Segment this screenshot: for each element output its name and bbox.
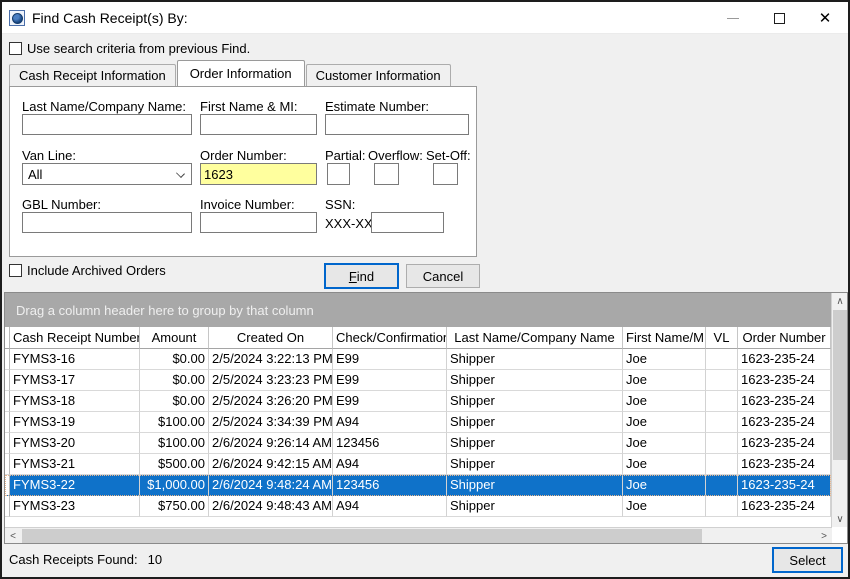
column-header-2[interactable]: Amount [140, 327, 209, 349]
ssn-input[interactable] [371, 212, 444, 233]
chevron-down-icon [176, 169, 185, 178]
column-header-1[interactable]: Cash Receipt Number [10, 327, 140, 349]
column-header-5[interactable]: Last Name/Company Name [447, 327, 623, 349]
horizontal-scrollbar[interactable]: < > [5, 527, 832, 543]
select-button[interactable]: Select [772, 547, 843, 573]
use-previous-criteria-row: Use search criteria from previous Find. [9, 41, 250, 56]
order-number-label: Order Number: [200, 148, 287, 163]
column-header-7[interactable]: VL [706, 327, 738, 349]
vertical-scrollbar-thumb[interactable] [833, 310, 847, 460]
window-title: Find Cash Receipt(s) By: [32, 10, 188, 26]
globe-icon [12, 13, 23, 24]
status-bar: Cash Receipts Found: 10 [9, 552, 162, 567]
overflow-input[interactable] [374, 163, 399, 185]
close-button[interactable]: ✕ [802, 2, 848, 34]
vertical-scrollbar[interactable]: ∧ ∨ [831, 293, 847, 527]
status-label: Cash Receipts Found: [9, 552, 138, 567]
overflow-label: Overflow: [368, 148, 423, 163]
use-previous-criteria-checkbox[interactable] [9, 42, 22, 55]
include-archived-row: Include Archived Orders [9, 263, 166, 278]
last-name-label: Last Name/Company Name: [22, 99, 186, 114]
include-archived-label: Include Archived Orders [27, 263, 166, 278]
column-header-6[interactable]: First Name/MI [623, 327, 706, 349]
ssn-prefix: XXX-XX- [325, 216, 377, 231]
include-archived-checkbox[interactable] [9, 264, 22, 277]
group-by-bar[interactable]: Drag a column header here to group by th… [5, 293, 831, 327]
invoice-number-label: Invoice Number: [200, 197, 295, 212]
find-button[interactable]: Find [324, 263, 399, 289]
results-grid: Drag a column header here to group by th… [4, 292, 848, 544]
estimate-number-input[interactable] [325, 114, 469, 135]
order-information-panel: Last Name/Company Name: First Name & MI:… [9, 86, 477, 257]
partial-input[interactable] [327, 163, 350, 185]
titlebar: Find Cash Receipt(s) By: ✕ [2, 2, 848, 34]
last-name-input[interactable] [22, 114, 192, 135]
table-row[interactable]: FYMS3-18$0.002/5/2024 3:26:20 PME99Shipp… [5, 391, 831, 412]
table-row[interactable]: FYMS3-23$750.002/6/2024 9:48:43 AMA94Shi… [5, 496, 831, 517]
ssn-label: SSN: [325, 197, 355, 212]
maximize-icon [774, 13, 785, 24]
tab-strip: Cash Receipt Information Order Informati… [9, 62, 452, 86]
first-name-label: First Name & MI: [200, 99, 298, 114]
first-name-input[interactable] [200, 114, 317, 135]
scroll-right-icon[interactable]: > [816, 528, 832, 544]
minimize-icon [727, 18, 739, 19]
partial-label: Partial: [325, 148, 365, 163]
status-count: 10 [148, 552, 162, 567]
find-cash-receipts-dialog: Find Cash Receipt(s) By: ✕ Use search cr… [0, 0, 850, 579]
column-header-3[interactable]: Created On [209, 327, 333, 349]
scroll-left-icon[interactable]: < [5, 528, 21, 544]
app-icon [9, 10, 25, 26]
scroll-down-icon[interactable]: ∨ [832, 511, 848, 527]
tab-order-information[interactable]: Order Information [177, 60, 305, 86]
cancel-button[interactable]: Cancel [406, 264, 480, 288]
maximize-button[interactable] [756, 2, 802, 34]
table-row[interactable]: FYMS3-16$0.002/5/2024 3:22:13 PME99Shipp… [5, 349, 831, 370]
set-off-label: Set-Off: [426, 148, 471, 163]
van-line-label: Van Line: [22, 148, 76, 163]
set-off-input[interactable] [433, 163, 458, 185]
column-header-8[interactable]: Order Number [738, 327, 831, 349]
scroll-up-icon[interactable]: ∧ [832, 293, 848, 309]
minimize-button[interactable] [710, 2, 756, 34]
table-row[interactable]: FYMS3-20$100.002/6/2024 9:26:14 AM123456… [5, 433, 831, 454]
gbl-number-input[interactable] [22, 212, 192, 233]
van-line-select[interactable]: All [22, 163, 192, 185]
table-row[interactable]: FYMS3-22$1,000.002/6/2024 9:48:24 AM1234… [5, 475, 831, 496]
table-row[interactable]: FYMS3-17$0.002/5/2024 3:23:23 PME99Shipp… [5, 370, 831, 391]
table-row[interactable]: FYMS3-19$100.002/5/2024 3:34:39 PMA94Shi… [5, 412, 831, 433]
order-number-input[interactable] [200, 163, 317, 185]
grid-header-row: Cash Receipt NumberAmountCreated OnCheck… [5, 327, 831, 349]
gbl-number-label: GBL Number: [22, 197, 101, 212]
estimate-number-label: Estimate Number: [325, 99, 429, 114]
window-controls: ✕ [710, 2, 848, 34]
table-row[interactable]: FYMS3-21$500.002/6/2024 9:42:15 AMA94Shi… [5, 454, 831, 475]
tab-cash-receipt-information[interactable]: Cash Receipt Information [9, 64, 176, 86]
horizontal-scrollbar-thumb[interactable] [22, 529, 702, 543]
column-header-4[interactable]: Check/Confirmation [333, 327, 447, 349]
tab-customer-information[interactable]: Customer Information [306, 64, 451, 86]
invoice-number-input[interactable] [200, 212, 317, 233]
use-previous-criteria-label: Use search criteria from previous Find. [27, 41, 250, 56]
